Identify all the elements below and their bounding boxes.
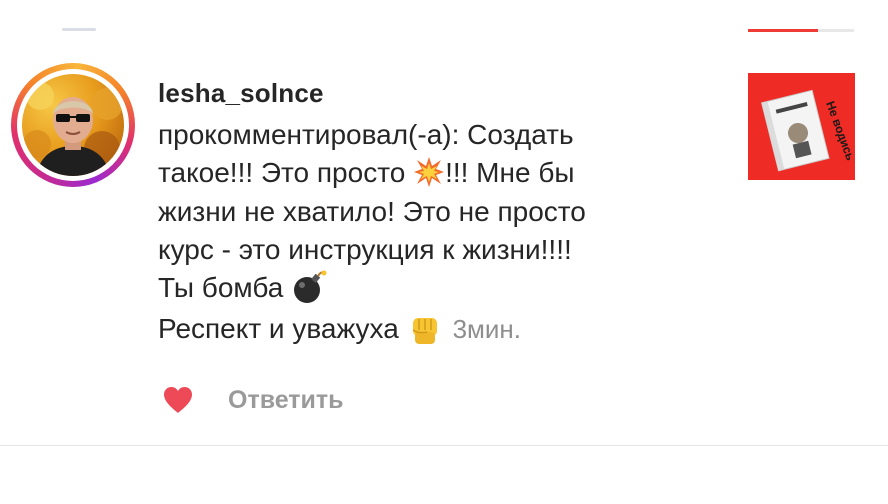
comment-line: Респект и уважуха 3мин. (158, 310, 728, 351)
avatar[interactable] (22, 74, 124, 176)
comment-line-text: Респект и уважуха (158, 313, 407, 345)
avatar-photo (23, 82, 123, 176)
raised-fist-emoji (407, 310, 443, 351)
comment-line: жизни не хватило! Это не просто (158, 193, 728, 231)
comment-text: прокомментировал(-а): Создать такое!!! Э… (158, 116, 728, 351)
divider (0, 445, 888, 446)
post-thumbnail-image: Не водись (748, 73, 855, 180)
collision-emoji (413, 156, 445, 193)
comment-line-text: такое!!! Это просто (158, 157, 414, 188)
comment-line-text: !!! Мне бы (445, 157, 575, 188)
comment-line: курс - это инструкция к жизни!!!! (158, 231, 728, 269)
comment-line: прокомментировал(-а): Создать (158, 116, 728, 154)
bomb-emoji (291, 269, 327, 310)
post-thumbnail[interactable]: Не водись (748, 73, 855, 180)
comment-line: такое!!! Это просто !!! Мне бы (158, 154, 728, 193)
previous-thumbnail-fragment-gray (818, 29, 854, 32)
previous-thumbnail-fragment (748, 29, 818, 32)
comment-line: Ты бомба (158, 269, 728, 310)
comment-line-text: курс - это инструкция к жизни!!!! (158, 234, 572, 266)
comment-time: 3мин. (452, 314, 522, 345)
avatar-story-ring[interactable] (11, 63, 135, 187)
comment-line-text: жизни не хватило! Это не просто (158, 196, 586, 228)
heart-icon[interactable] (163, 386, 193, 414)
username[interactable]: lesha_solnce (158, 78, 324, 109)
previous-item-fragment (62, 28, 96, 31)
reply-button[interactable]: Ответить (228, 386, 344, 415)
comment-line-text: прокомментировал(-а): Создать (158, 119, 574, 150)
comment-line-text: Ты бомба (158, 272, 292, 304)
